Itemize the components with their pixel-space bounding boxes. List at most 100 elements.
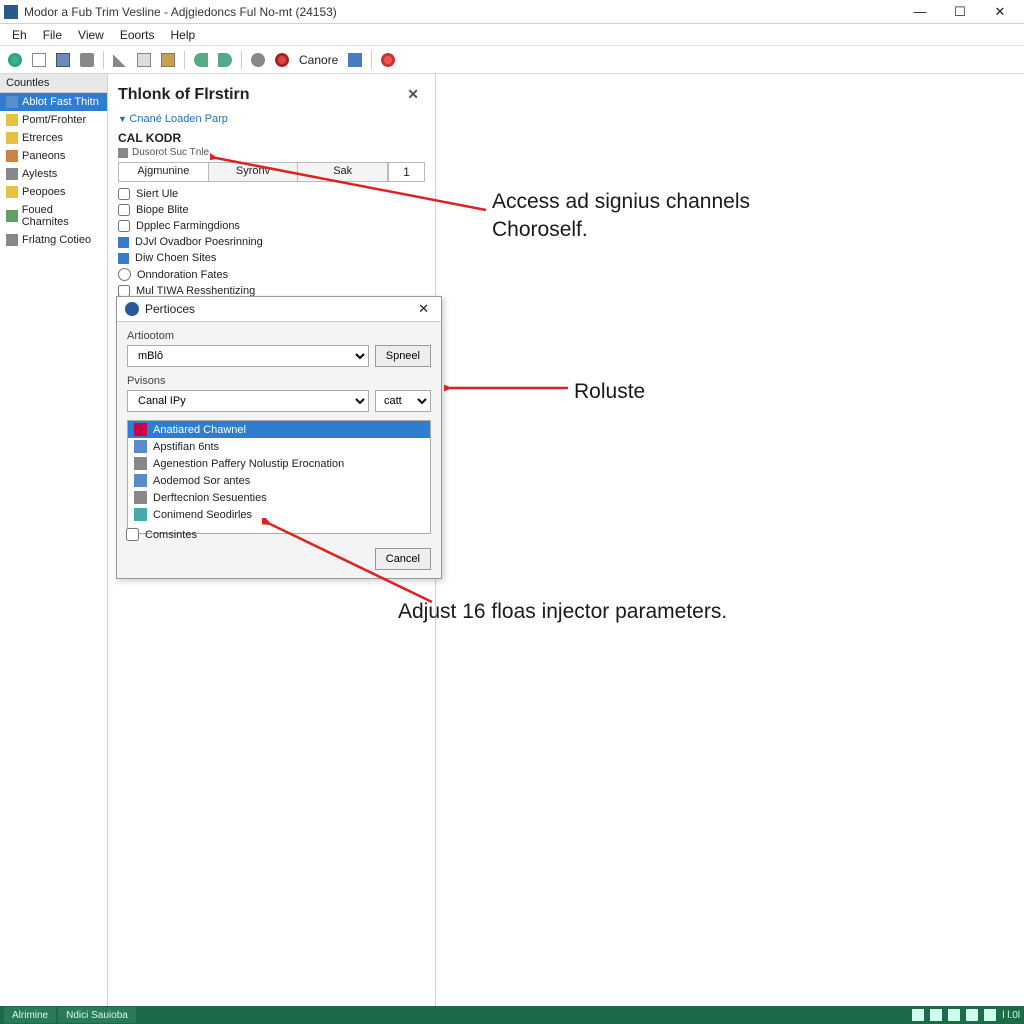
check-box[interactable] <box>118 204 130 216</box>
sidebar-item-icon <box>6 132 18 144</box>
pvisons-filter-select[interactable]: catt <box>375 390 431 412</box>
minimize-button[interactable]: — <box>900 1 940 23</box>
check-item-icon <box>118 237 129 248</box>
list-item-icon <box>134 508 147 521</box>
toolbar-separator <box>241 51 242 69</box>
dialog-list-item-4[interactable]: Derftecnion Sesuenties <box>128 489 430 506</box>
spneel-button[interactable]: Spneel <box>375 345 431 367</box>
pvisons-select[interactable]: Canal IPy <box>127 390 369 412</box>
tb-new-button[interactable] <box>28 49 50 71</box>
dialog-label-pvisons: Pvisons <box>127 375 431 387</box>
tray-icon[interactable] <box>948 1009 960 1021</box>
tb-save-button[interactable] <box>52 49 74 71</box>
dialog-close-button[interactable]: ✕ <box>414 301 433 317</box>
record-icon <box>381 53 395 67</box>
dialog-list-item-2[interactable]: Agenestion Paffery Nolustip Erocnation <box>128 455 430 472</box>
sidebar-item-6[interactable]: Foued Charnites <box>0 201 107 231</box>
dialog-list-item-1[interactable]: Apstifian 6nts <box>128 438 430 455</box>
sidebar-item-icon <box>6 114 18 126</box>
toolbar-separator <box>103 51 104 69</box>
menu-eoorts[interactable]: Eoorts <box>112 26 163 44</box>
sidebar-item-0[interactable]: Ablot Fast Thitn <box>0 93 107 111</box>
sidebar-item-2[interactable]: Etrerces <box>0 129 107 147</box>
dialog-list[interactable]: Anatiared Chawnel Apstifian 6nts Agenestio… <box>127 420 431 534</box>
sidebar-item-label: Ablot Fast Thitn <box>22 96 99 108</box>
sidebar-item-5[interactable]: Peopoes <box>0 183 107 201</box>
tb-grid-button[interactable] <box>344 49 366 71</box>
window-title: Modor a Fub Trim Vesline - Adjgiedoncs F… <box>24 5 900 19</box>
tb-copy-button[interactable] <box>133 49 155 71</box>
sidebar-item-icon <box>6 96 18 108</box>
taskbar-item-2[interactable]: Ndici Sauioba <box>58 1007 136 1023</box>
dialog-list-item-5[interactable]: Conimend Seodirles <box>128 506 430 523</box>
list-item-label: Apstifian 6nts <box>153 441 219 453</box>
tb-canore-button[interactable] <box>271 49 293 71</box>
sidebar-item-7[interactable]: Frlatng Cotieo <box>0 231 107 249</box>
document-icon <box>32 53 46 67</box>
tb-paste-button[interactable] <box>157 49 179 71</box>
sidebar-item-3[interactable]: Paneons <box>0 147 107 165</box>
comsintes-checkbox[interactable] <box>126 528 139 541</box>
taskbar-clock: l l.0l <box>1002 1010 1020 1021</box>
copy-icon <box>137 53 151 67</box>
tb-cut-button[interactable] <box>109 49 131 71</box>
panel-collapse-toggle[interactable]: Cnané Loaden Parp <box>118 109 425 129</box>
tray-icon[interactable] <box>912 1009 924 1021</box>
tray-icon[interactable] <box>930 1009 942 1021</box>
tray-icon[interactable] <box>966 1009 978 1021</box>
menu-file[interactable]: File <box>35 26 70 44</box>
artiootom-select[interactable]: mBlô <box>127 345 369 367</box>
tb-globe-button[interactable] <box>4 49 26 71</box>
paste-icon <box>161 53 175 67</box>
list-item-label: Conimend Seodirles <box>153 509 252 521</box>
check-box[interactable] <box>118 220 130 232</box>
dialog-titlebar[interactable]: Pertioces ✕ <box>117 297 441 322</box>
check-item-icon <box>118 253 129 264</box>
comsintes-label: Comsintes <box>145 529 197 541</box>
tab-sak[interactable]: Sak <box>298 163 388 181</box>
cal-header: CAL KODR <box>118 131 425 145</box>
dialog-list-item-0[interactable]: Anatiared Chawnel <box>128 421 430 438</box>
redo-icon <box>218 53 232 67</box>
tb-record-button[interactable] <box>377 49 399 71</box>
tb-canore-label[interactable]: Canore <box>295 53 342 67</box>
check-radio[interactable] <box>118 268 131 281</box>
sidebar-item-4[interactable]: Aylests <box>0 165 107 183</box>
taskbar-item-1[interactable]: Alrimine <box>4 1007 56 1023</box>
app-icon <box>4 5 18 19</box>
annotation-3: Adjust 16 floas injector parameters. <box>398 598 727 626</box>
check-label: Siert Ule <box>136 188 178 200</box>
tb-print-button[interactable] <box>76 49 98 71</box>
sidebar-item-1[interactable]: Pomt/Frohter <box>0 111 107 129</box>
tb-gear-button[interactable] <box>247 49 269 71</box>
tb-redo-button[interactable] <box>214 49 236 71</box>
menu-bar: Eh File View Eoorts Help <box>0 24 1024 46</box>
menu-help[interactable]: Help <box>163 26 204 44</box>
list-item-icon <box>134 457 147 470</box>
maximize-button[interactable]: ☐ <box>940 1 980 23</box>
gear-icon <box>251 53 265 67</box>
dialog-list-item-3[interactable]: Aodemod Sor antes <box>128 472 430 489</box>
toolbar-separator <box>184 51 185 69</box>
tab-syronv[interactable]: Syronv <box>209 163 299 181</box>
menu-view[interactable]: View <box>70 26 112 44</box>
tb-undo-button[interactable] <box>190 49 212 71</box>
grid-icon <box>348 53 362 67</box>
panel-tabs: Ajgmunine Syronv Sak 1 <box>118 162 425 182</box>
post-checkbox-row: Comsintes <box>126 528 197 541</box>
close-button[interactable]: ✕ <box>980 1 1020 23</box>
tray-icon[interactable] <box>984 1009 996 1021</box>
check-box[interactable] <box>118 188 130 200</box>
system-tray: l l.0l <box>912 1009 1020 1021</box>
check-label: Biope Blite <box>136 204 189 216</box>
list-item-icon <box>134 491 147 504</box>
cancel-button[interactable]: Cancel <box>375 548 431 570</box>
title-bar: Modor a Fub Trim Vesline - Adjgiedoncs F… <box>0 0 1024 24</box>
tab-ajgmunine[interactable]: Ajgmunine <box>119 163 209 181</box>
annotation-1: Access ad signius channels Choroself. <box>492 188 750 245</box>
sidebar-item-icon <box>6 186 18 198</box>
panel-close-button[interactable]: ✕ <box>401 84 425 105</box>
sidebar: Countles Ablot Fast ThitnPomt/FrohterEtr… <box>0 74 108 1006</box>
menu-eh[interactable]: Eh <box>4 26 35 44</box>
sidebar-item-label: Foued Charnites <box>22 204 101 228</box>
